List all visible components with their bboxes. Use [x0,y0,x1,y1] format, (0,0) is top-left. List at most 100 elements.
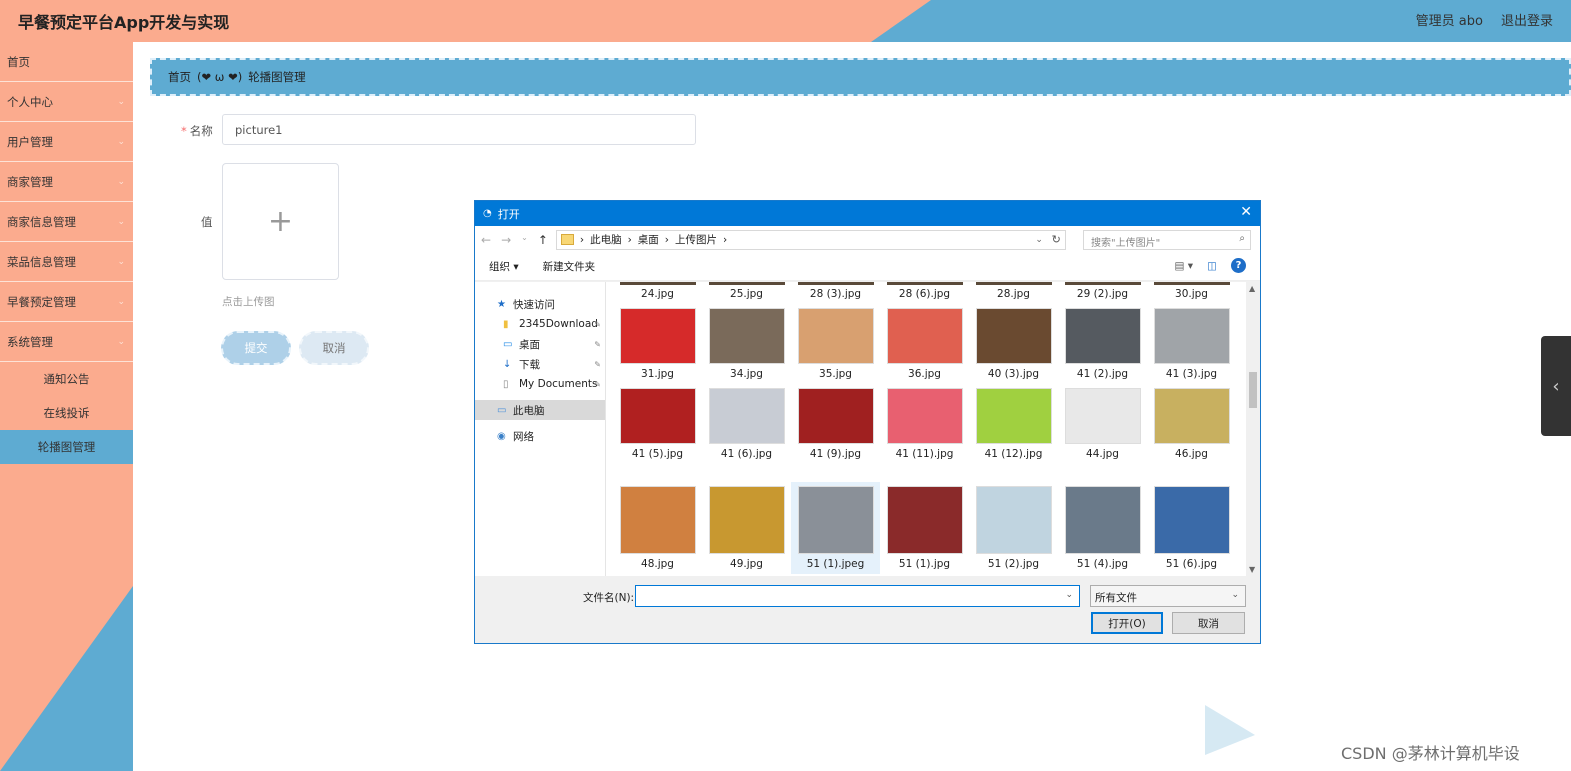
dialog-footer: 文件名(N): ⌄ 所有文件 ⌄ 打开(O) 取消 [475,576,1260,643]
tree-item[interactable]: ▯ My Documents ✎ [475,374,605,394]
chevron-down-icon[interactable]: ⌄ [1035,235,1043,245]
forward-arrow-icon[interactable]: → [501,233,511,247]
tree-item[interactable]: ↓ 下载 ✎ [475,354,605,374]
file-thumbnail [1154,282,1230,285]
scroll-down-icon[interactable]: ▼ [1249,565,1255,574]
image-upload-box[interactable]: + [222,163,339,280]
file-item[interactable]: 28 (6).jpg [880,282,969,302]
sidebar-subitem[interactable]: 通知公告 [0,362,133,396]
file-item[interactable]: 51 (4).jpg [1058,482,1147,574]
side-drawer-tab[interactable]: ‹ [1541,336,1571,436]
file-item[interactable]: 41 (2).jpg [1058,306,1147,384]
file-name: 48.jpg [641,558,674,570]
vertical-scrollbar[interactable]: ▲ ▼ [1246,282,1260,576]
name-input[interactable]: picture1 [222,114,696,145]
sidebar-item[interactable]: 首页 [0,42,133,82]
file-item[interactable]: 41 (3).jpg [1147,306,1236,384]
file-name: 40 (3).jpg [987,368,1040,380]
sidebar-item[interactable]: 商家管理 ⌄ [0,162,133,202]
path-segment-1[interactable]: 桌面 [638,232,659,247]
file-thumbnail [798,486,874,554]
sidebar-item[interactable]: 系统管理 ⌄ [0,322,133,362]
computer-icon: ▭ [497,405,507,416]
open-button[interactable]: 打开(O) [1091,612,1163,634]
file-item[interactable]: 24.jpg [613,282,702,302]
recent-chevron-icon[interactable]: ⌄ [521,233,528,247]
file-item[interactable]: 41 (12).jpg [969,386,1058,464]
sidebar-item[interactable]: 菜品信息管理 ⌄ [0,242,133,282]
tree-item[interactable]: ▭ 此电脑 [475,400,605,420]
breadcrumb-current: 轮播图管理 [248,70,306,84]
file-thumbnail [620,486,696,554]
tree-item[interactable]: ◉ 网络 [475,426,605,446]
tree-item[interactable]: ▮ 2345Download ✎ [475,314,605,334]
file-name: 51 (4).jpg [1076,558,1129,570]
sidebar-item-label: 系统管理 [7,334,53,349]
close-icon[interactable]: ✕ [1240,204,1252,220]
sidebar-item[interactable]: 商家信息管理 ⌄ [0,202,133,242]
file-item[interactable]: 35.jpg [791,306,880,384]
file-item[interactable]: 51 (1).jpeg [791,482,880,574]
path-segment-2[interactable]: 上传图片 [675,232,717,247]
sidebar-item-label: 菜品信息管理 [7,254,76,269]
address-bar[interactable]: › 此电脑 › 桌面 › 上传图片 › ⌄ ↻ [555,229,1066,250]
file-name: 41 (6).jpg [720,448,773,460]
file-thumbnail [620,308,696,364]
file-item[interactable]: 29 (2).jpg [1058,282,1147,302]
file-item[interactable]: 41 (6).jpg [702,386,791,464]
file-item[interactable]: 51 (2).jpg [969,482,1058,574]
sidebar-item[interactable]: 早餐预定管理 ⌄ [0,282,133,322]
file-item[interactable]: 28 (3).jpg [791,282,880,302]
refresh-icon[interactable]: ↻ [1052,233,1061,246]
file-item[interactable]: 36.jpg [880,306,969,384]
submit-button[interactable]: 提交 [221,331,291,365]
file-item[interactable]: 41 (9).jpg [791,386,880,464]
file-item[interactable]: 28.jpg [969,282,1058,302]
file-name: 44.jpg [1086,448,1119,460]
help-icon[interactable]: ? [1231,258,1246,273]
plus-icon: + [267,204,294,239]
filename-input[interactable]: ⌄ [635,585,1080,607]
sidebar-subitem[interactable]: 轮播图管理 [0,430,133,464]
search-input[interactable]: 搜索"上传图片" ⌕ [1083,230,1251,250]
file-item[interactable]: 46.jpg [1147,386,1236,464]
tree-item[interactable]: ▭ 桌面 ✎ [475,334,605,354]
file-item[interactable]: 30.jpg [1147,282,1236,302]
preview-pane-icon[interactable]: ◫ [1207,260,1217,272]
file-item[interactable]: 51 (1).jpg [880,482,969,574]
file-item[interactable]: 34.jpg [702,306,791,384]
chevron-down-icon: ⌄ [117,256,125,267]
file-item[interactable]: 44.jpg [1058,386,1147,464]
admin-label[interactable]: 管理员 abo [1416,10,1483,29]
tree-item[interactable]: ★ 快速访问 [475,294,605,314]
file-item[interactable]: 41 (5).jpg [613,386,702,464]
download-icon: ↓ [503,359,512,370]
chevron-down-icon[interactable]: ⌄ [1065,590,1073,600]
sidebar-item-label: 用户管理 [7,134,53,149]
file-item[interactable]: 51 (6).jpg [1147,482,1236,574]
scrollbar-thumb[interactable] [1249,372,1257,408]
sidebar-item[interactable]: 用户管理 ⌄ [0,122,133,162]
view-options-icon[interactable]: ▤ ▾ [1175,260,1194,272]
back-arrow-icon[interactable]: ← [481,233,491,247]
new-folder-button[interactable]: 新建文件夹 [543,259,596,274]
scroll-up-icon[interactable]: ▲ [1249,284,1255,293]
sidebar-subitem[interactable]: 在线投诉 [0,396,133,430]
logout-link[interactable]: 退出登录 [1501,10,1553,29]
file-item[interactable]: 48.jpg [613,482,702,574]
file-item[interactable]: 41 (11).jpg [880,386,969,464]
filetype-select[interactable]: 所有文件 ⌄ [1090,585,1246,607]
dialog-cancel-button[interactable]: 取消 [1172,612,1245,634]
file-item[interactable]: 25.jpg [702,282,791,302]
breadcrumb-home[interactable]: 首页 [168,69,191,85]
up-arrow-icon[interactable]: ↑ [538,233,548,247]
file-name: 41 (3).jpg [1165,368,1218,380]
path-segment-0[interactable]: 此电脑 [590,232,622,247]
organize-menu[interactable]: 组织 ▾ [489,259,519,274]
file-name: 41 (2).jpg [1076,368,1129,380]
cancel-button[interactable]: 取消 [299,331,369,365]
file-item[interactable]: 49.jpg [702,482,791,574]
sidebar-item[interactable]: 个人中心 ⌄ [0,82,133,122]
file-item[interactable]: 40 (3).jpg [969,306,1058,384]
file-item[interactable]: 31.jpg [613,306,702,384]
